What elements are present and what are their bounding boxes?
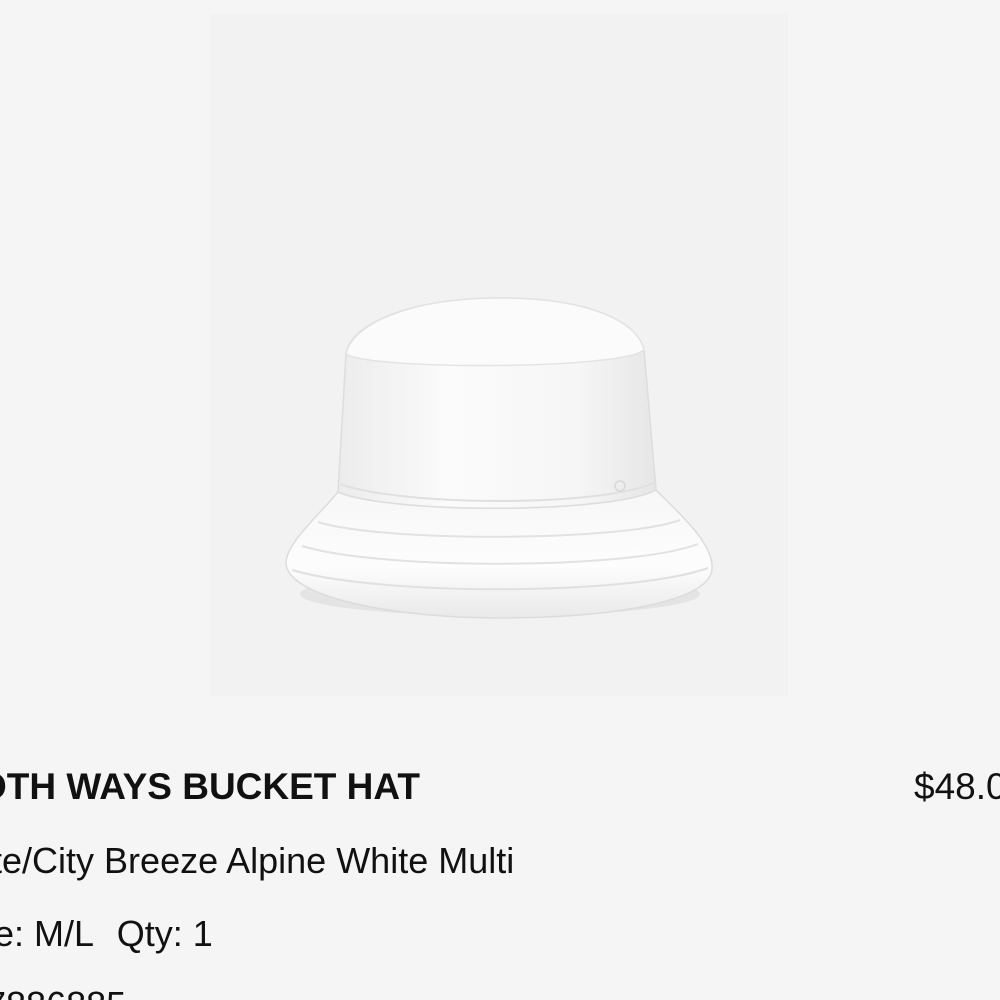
product-qty: Qty: 1 (116, 913, 213, 954)
product-size: ze: M/L (0, 913, 93, 954)
product-title[interactable]: OTH WAYS BUCKET HAT (0, 766, 420, 808)
product-sku: 7886885 (0, 984, 126, 1000)
cart-item: OTH WAYS BUCKET HAT $48.0 hite/City Bree… (0, 0, 1000, 1000)
product-price: $48.0 (914, 766, 1000, 807)
size-qty-row: ze: M/L Qty: 1 (0, 913, 213, 955)
product-color: hite/City Breeze Alpine White Multi (0, 840, 515, 881)
bucket-hat-icon (285, 297, 713, 619)
product-image[interactable] (210, 14, 788, 696)
